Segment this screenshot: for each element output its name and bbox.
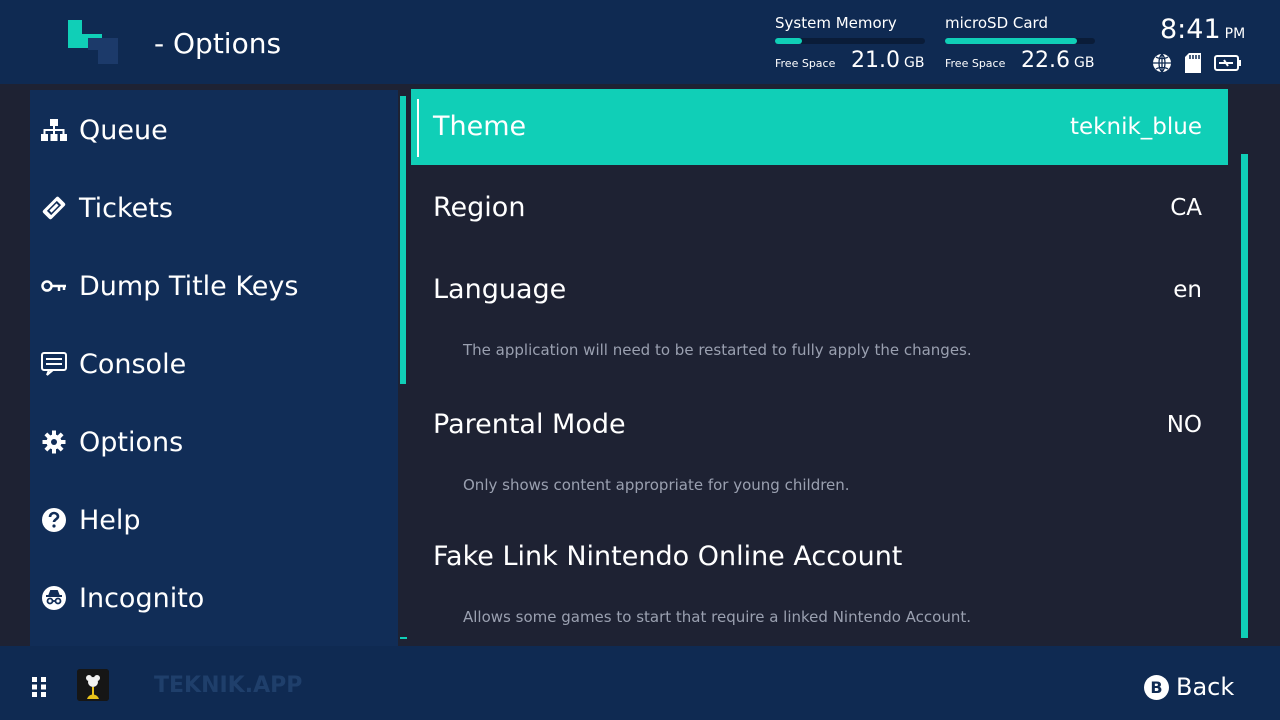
option-fake-link-nintendo-account[interactable]: Fake Link Nintendo Online Account Allows… xyxy=(411,519,1228,639)
sd-card-icon xyxy=(1184,52,1202,74)
option-name: Language xyxy=(433,274,567,305)
sidebar-item-tickets[interactable]: Tickets xyxy=(38,186,358,230)
option-language[interactable]: Language en The application will need to… xyxy=(411,252,1228,372)
sidebar-item-dump-title-keys[interactable]: Dump Title Keys xyxy=(38,264,358,308)
globe-icon xyxy=(1152,53,1172,73)
option-name: Theme xyxy=(433,111,527,142)
sidebar-item-label: Options xyxy=(79,426,184,458)
sd-card-fill xyxy=(945,38,1077,44)
key-icon xyxy=(38,279,70,293)
sd-card-meter: microSD Card Free Space 22.6 GB xyxy=(945,14,1105,73)
status-icons xyxy=(1152,52,1242,74)
sidebar-item-label: Incognito xyxy=(79,582,205,614)
option-parental-mode[interactable]: Parental Mode NO Only shows content appr… xyxy=(411,387,1228,507)
gear-icon xyxy=(38,430,70,454)
app-logo xyxy=(66,18,122,66)
content-gutter-left xyxy=(0,84,30,646)
system-memory-fill xyxy=(775,38,802,44)
sidebar-item-incognito[interactable]: Incognito xyxy=(38,576,358,620)
sidebar-item-label: Console xyxy=(79,348,187,380)
option-description: Only shows content appropriate for young… xyxy=(463,476,850,494)
options-scrollbar[interactable] xyxy=(1241,154,1248,638)
sd-card-bar xyxy=(945,38,1095,44)
sidebar-item-queue[interactable]: Queue xyxy=(38,108,358,152)
app-thumbnail-icon xyxy=(77,669,109,701)
system-memory-amount: 21.0 xyxy=(851,48,900,73)
option-name: Region xyxy=(433,192,526,223)
clock: 8:41 PM xyxy=(1160,14,1245,45)
sidebar-item-label: Dump Title Keys xyxy=(79,270,299,302)
sidebar-item-console[interactable]: Console xyxy=(38,342,358,386)
ticket-icon xyxy=(38,195,70,221)
system-memory-label: System Memory xyxy=(775,14,897,32)
sd-card-unit: GB xyxy=(1073,55,1095,71)
sidebar-item-label: Help xyxy=(79,504,141,536)
content-gutter-right xyxy=(1228,84,1280,646)
option-name: Fake Link Nintendo Online Account xyxy=(433,541,903,572)
option-region[interactable]: Region CA xyxy=(411,170,1228,250)
page-title: - Options xyxy=(154,27,282,60)
sidebar-item-label: Queue xyxy=(79,114,168,146)
sd-card-amount: 22.6 xyxy=(1021,48,1070,73)
clock-time: 8:41 xyxy=(1160,14,1221,45)
sd-card-free-label: Free Space xyxy=(945,57,1006,70)
system-memory-free-label: Free Space xyxy=(775,57,836,70)
option-value: CA xyxy=(1170,195,1202,221)
back-button[interactable]: B Back xyxy=(1144,673,1234,701)
system-memory-meter: System Memory Free Space 21.0 GB xyxy=(775,14,935,73)
option-value: teknik_blue xyxy=(1070,114,1202,140)
system-memory-unit: GB xyxy=(903,55,925,71)
sidebar-item-label: Tickets xyxy=(79,192,173,224)
sidebar-item-options[interactable]: Options xyxy=(38,420,358,464)
option-name: Parental Mode xyxy=(433,409,626,440)
clock-ampm: PM xyxy=(1224,26,1246,42)
console-icon xyxy=(38,352,70,376)
sitemap-icon xyxy=(38,119,70,141)
sidebar-item-help[interactable]: Help xyxy=(38,498,358,542)
sd-card-label: microSD Card xyxy=(945,14,1048,32)
back-label: Back xyxy=(1176,673,1235,701)
incognito-icon xyxy=(38,585,70,611)
apps-grid-icon[interactable] xyxy=(32,677,46,701)
option-value: en xyxy=(1173,277,1202,303)
option-description: The application will need to be restarte… xyxy=(463,341,972,359)
option-description: Allows some games to start that require … xyxy=(463,608,972,626)
sidebar-scroll-end xyxy=(400,637,407,639)
option-theme[interactable]: Theme teknik_blue xyxy=(411,89,1228,165)
b-button-icon: B xyxy=(1144,674,1169,700)
help-icon xyxy=(38,507,70,533)
selection-indicator xyxy=(417,99,419,157)
system-memory-bar xyxy=(775,38,925,44)
app-name: TEKNIK.APP xyxy=(154,673,303,698)
sidebar-scrollbar[interactable] xyxy=(400,96,406,384)
battery-charging-icon xyxy=(1214,54,1242,72)
option-value: NO xyxy=(1166,412,1202,438)
